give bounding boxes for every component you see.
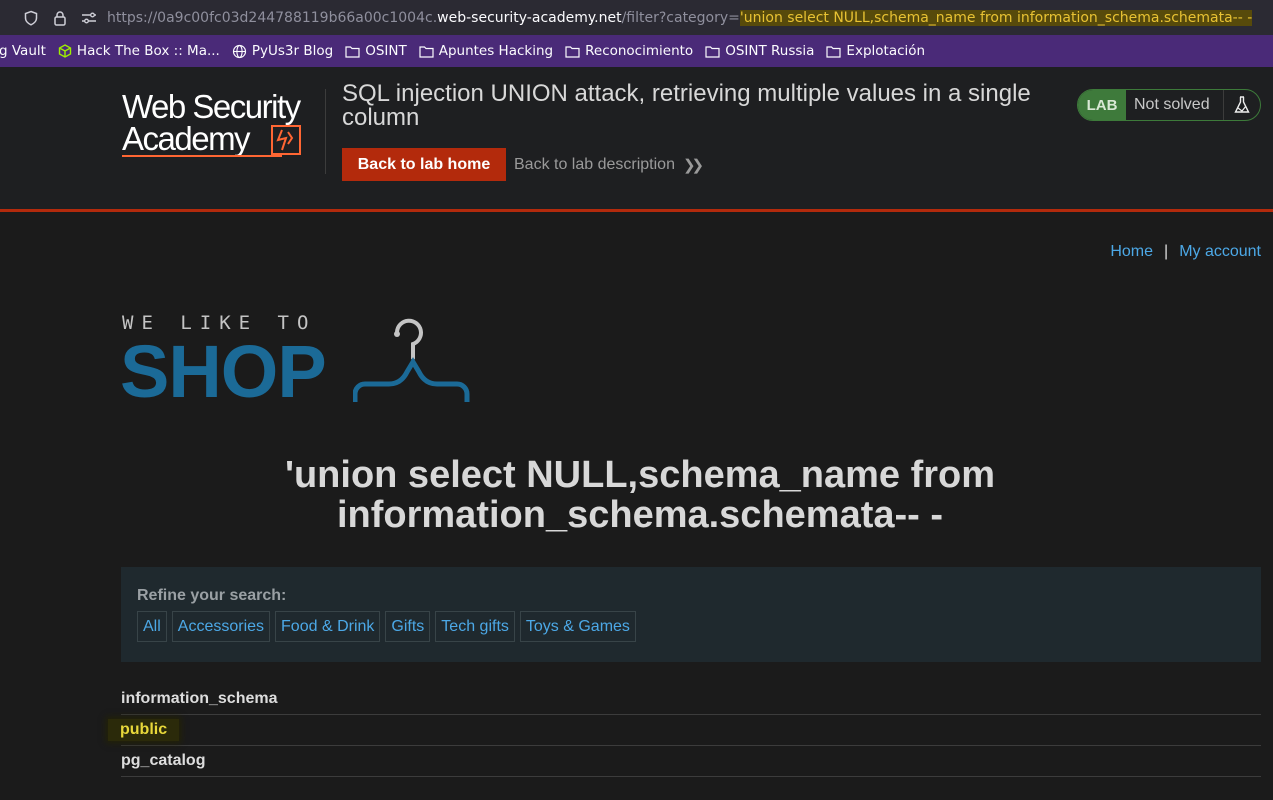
- back-to-lab-description-link[interactable]: Back to lab description ❯❯: [514, 156, 704, 174]
- url-query-highlight: 'union select NULL,schema_name from info…: [739, 9, 1253, 26]
- table-row: pg_catalog: [121, 746, 1261, 777]
- permissions-icon[interactable]: [80, 9, 98, 27]
- bookmark-label: OSINT: [365, 43, 407, 59]
- folder-icon: [826, 45, 842, 58]
- bookmark-label: Explotación: [846, 43, 926, 59]
- filter-toys-games[interactable]: Toys & Games: [519, 611, 636, 642]
- url-path: /filter?category=: [621, 9, 740, 26]
- bookmark-folder-osint-russia[interactable]: OSINT Russia: [705, 43, 814, 59]
- result-cell: public: [108, 719, 180, 741]
- header-divider: [325, 89, 326, 174]
- logo-line2: Academy: [122, 120, 251, 157]
- results-table: information_schema public pg_catalog: [108, 684, 1261, 777]
- bookmarks-bar: g Vault Hack The Box :: Ma... PyUs3r Blo…: [0, 35, 1273, 67]
- filter-gifts[interactable]: Gifts: [385, 611, 431, 642]
- folder-icon: [419, 45, 434, 58]
- bookmark-label: Hack The Box :: Ma...: [76, 43, 220, 59]
- refine-search-panel: Refine your search: All Accessories Food…: [121, 567, 1261, 662]
- category-filters: All Accessories Food & Drink Gifts Tech …: [137, 611, 641, 642]
- bookmark-label: Reconocimiento: [585, 43, 694, 59]
- shop-name: SHOP: [120, 330, 327, 413]
- globe-icon: [232, 44, 246, 58]
- bookmark-hackthebox[interactable]: Hack The Box :: Ma...: [58, 43, 220, 59]
- bookmark-pyus3r-blog[interactable]: PyUs3r Blog: [232, 43, 333, 59]
- lab-status-widget: LAB Not solved: [1077, 89, 1261, 121]
- folder-icon: [565, 45, 580, 58]
- top-navigation: Home | My account: [1110, 243, 1261, 261]
- double-chevron-right-icon: ❯❯: [682, 157, 704, 174]
- we-like-to-shop-logo[interactable]: WE LIKE TO SHOP: [120, 310, 475, 413]
- nav-separator: |: [1164, 243, 1169, 260]
- folder-icon: [345, 45, 360, 58]
- lab-badge: LAB: [1078, 90, 1126, 120]
- hanger-icon: [353, 318, 470, 402]
- folder-icon: [705, 45, 720, 58]
- bookmark-folder-explotacion[interactable]: Explotación: [826, 43, 925, 59]
- shield-icon[interactable]: [22, 9, 40, 27]
- filter-tech-gifts[interactable]: Tech gifts: [435, 611, 515, 642]
- search-results-heading: 'union select NULL,schema_name from info…: [284, 454, 996, 536]
- bookmark-label: OSINT Russia: [725, 43, 815, 59]
- url-field[interactable]: https://0a9c00fc03d244788119b66a00c1004c…: [107, 9, 1267, 26]
- url-prefix: https://0a9c00fc03d244788119b66a00c1004c…: [107, 9, 438, 26]
- table-row: public: [108, 715, 1261, 746]
- refine-search-label: Refine your search:: [137, 587, 287, 604]
- bookmark-label: g Vault: [0, 43, 46, 59]
- header-accent-line: [0, 209, 1273, 212]
- lock-icon[interactable]: [51, 9, 69, 27]
- bookmark-folder-reconocimiento[interactable]: Reconocimiento: [565, 43, 693, 59]
- nav-my-account-link[interactable]: My account: [1179, 243, 1261, 261]
- result-cell: information_schema: [121, 690, 278, 707]
- nav-home-link[interactable]: Home: [1110, 243, 1153, 261]
- result-cell: pg_catalog: [121, 752, 206, 769]
- flask-icon: [1224, 90, 1260, 120]
- bookmark-folder-apuntes-hacking[interactable]: Apuntes Hacking: [419, 43, 553, 59]
- table-row: information_schema: [121, 684, 1261, 715]
- htb-icon: [58, 44, 72, 58]
- filter-all[interactable]: All: [137, 611, 167, 642]
- bookmark-label: Apuntes Hacking: [438, 43, 554, 59]
- lab-header: Web Security Academy SQL injection UNION…: [0, 67, 1273, 209]
- bookmark-folder-osint[interactable]: OSINT: [345, 43, 407, 59]
- back-to-lab-description-label: Back to lab description: [514, 156, 675, 173]
- browser-url-bar: https://0a9c00fc03d244788119b66a00c1004c…: [0, 0, 1273, 35]
- lab-status-text: Not solved: [1126, 90, 1224, 120]
- bookmark-label: PyUs3r Blog: [251, 43, 334, 59]
- back-to-lab-home-button[interactable]: Back to lab home: [342, 148, 506, 181]
- lab-title: SQL injection UNION attack, retrieving m…: [342, 80, 1031, 131]
- web-security-academy-logo[interactable]: Web Security Academy: [122, 88, 322, 160]
- url-host: web-security-academy.net: [437, 9, 622, 26]
- filter-food-drink[interactable]: Food & Drink: [275, 611, 381, 642]
- filter-accessories[interactable]: Accessories: [171, 611, 271, 642]
- bookmark-vault[interactable]: g Vault: [0, 43, 46, 59]
